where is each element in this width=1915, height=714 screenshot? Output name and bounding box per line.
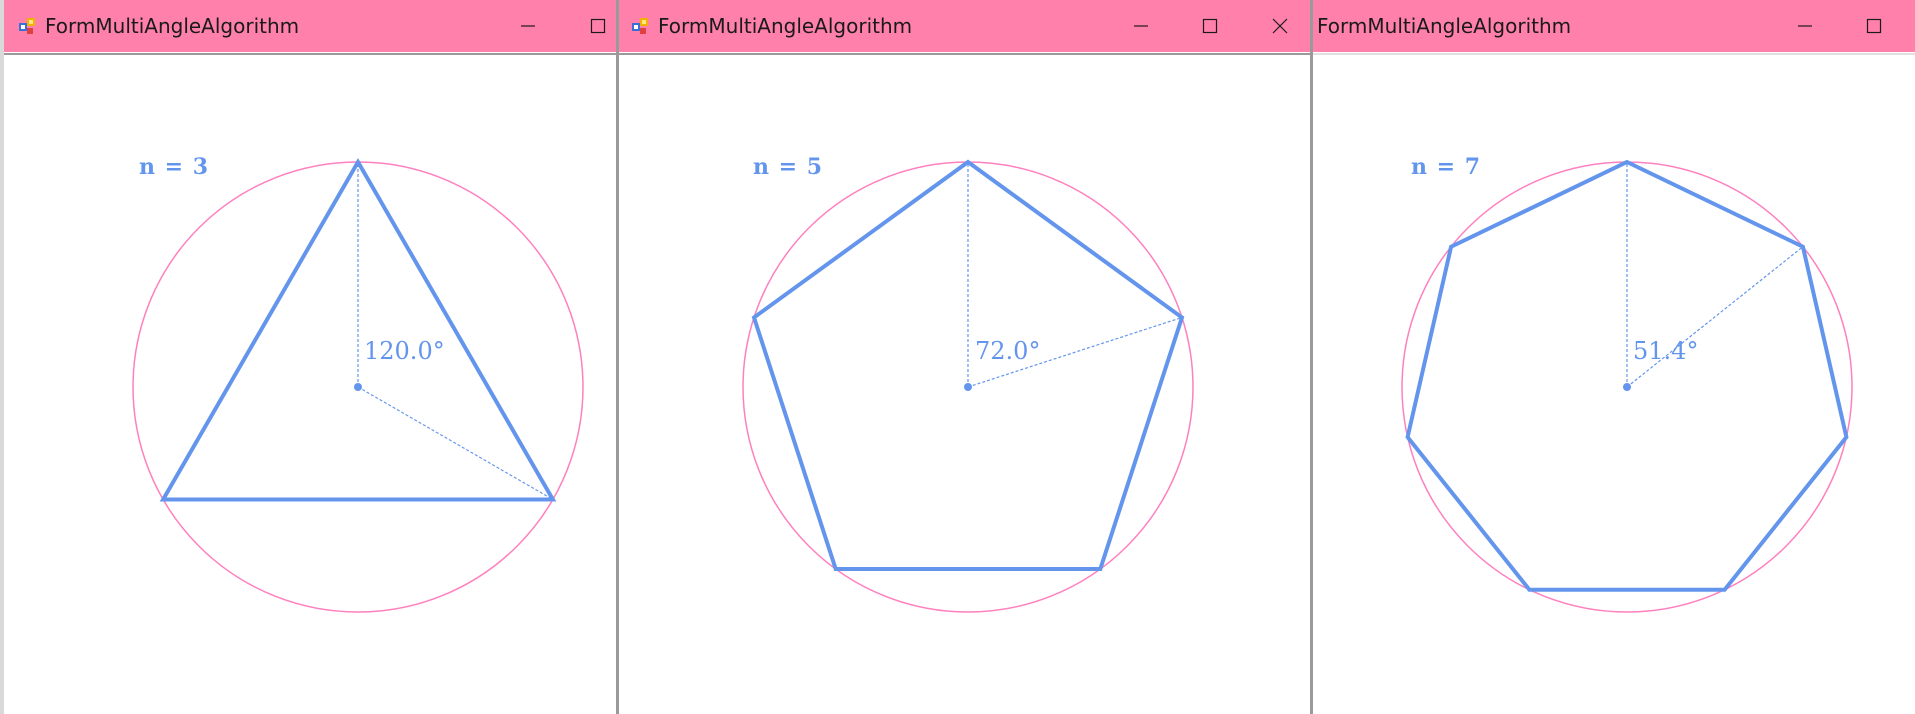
maximize-icon	[590, 18, 606, 34]
title-bar[interactable]: FormMultiAngleAlgorithm	[619, 0, 1310, 52]
title-bar[interactable]: FormMultiAngleAlgorithm	[1313, 0, 1915, 52]
n-label: n = 7	[1411, 154, 1482, 180]
close-icon	[1272, 18, 1288, 34]
window-heptagon[interactable]: FormMultiAngleAlgorithm n = 7 51.4°	[1313, 0, 1915, 714]
angle-label: 72.0°	[975, 337, 1041, 365]
drawing-area: n = 5 72.0°	[619, 53, 1310, 714]
center-point	[1623, 383, 1631, 391]
n-label: n = 3	[139, 154, 210, 180]
window-pentagon[interactable]: FormMultiAngleAlgorithm n = 5 72.0°	[616, 0, 1313, 714]
n-label: n = 5	[753, 154, 824, 180]
minimize-icon	[1798, 25, 1812, 27]
drawing-area: n = 7 51.4°	[1313, 53, 1915, 714]
maximize-button[interactable]	[1187, 4, 1233, 48]
minimize-button[interactable]	[1118, 4, 1164, 48]
app-icon	[632, 18, 648, 34]
minimize-icon	[1134, 25, 1148, 27]
angle-label: 120.0°	[364, 337, 445, 365]
window-title: FormMultiAngleAlgorithm	[1317, 14, 1572, 38]
maximize-button[interactable]	[1851, 4, 1897, 48]
radius-line-next	[1626, 246, 1804, 388]
window-title: FormMultiAngleAlgorithm	[658, 14, 913, 38]
close-button[interactable]	[1257, 4, 1303, 48]
app-icon	[19, 18, 35, 34]
minimize-button[interactable]	[1782, 4, 1828, 48]
minimize-button[interactable]	[505, 4, 551, 48]
drawing-area: n = 3 120.0°	[4, 53, 617, 714]
polygon-canvas	[742, 159, 1194, 613]
maximize-icon	[1202, 18, 1218, 34]
title-bar[interactable]: FormMultiAngleAlgorithm	[4, 0, 617, 52]
maximize-icon	[1866, 18, 1882, 34]
window-title: FormMultiAngleAlgorithm	[45, 14, 300, 38]
minimize-icon	[521, 25, 535, 27]
center-point	[354, 383, 362, 391]
angle-label: 51.4°	[1633, 337, 1699, 365]
center-point	[964, 383, 972, 391]
polygon-canvas	[1401, 159, 1853, 613]
window-triangle[interactable]: FormMultiAngleAlgorithm n = 3 120.0°	[0, 0, 617, 714]
maximize-button[interactable]	[575, 4, 617, 48]
radius-line-next	[357, 386, 554, 501]
polygon-canvas	[132, 158, 584, 613]
